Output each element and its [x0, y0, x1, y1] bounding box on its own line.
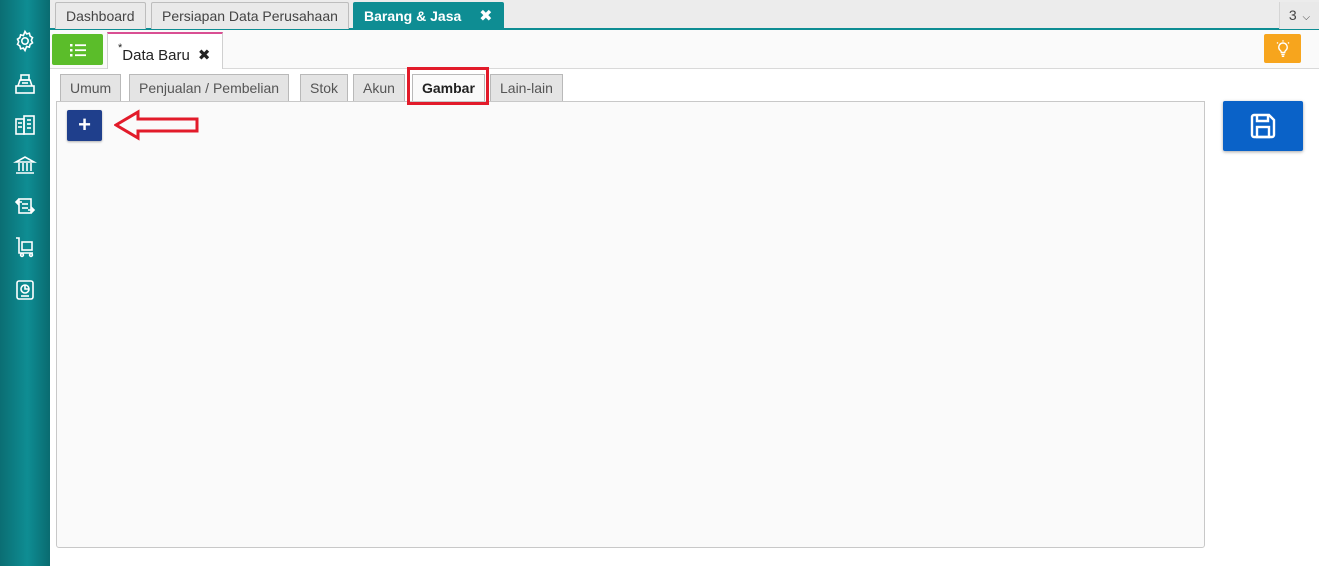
- cart-icon[interactable]: [11, 233, 39, 261]
- save-button[interactable]: [1223, 101, 1303, 151]
- transfer-icon[interactable]: [11, 192, 39, 220]
- tab-label: Barang & Jasa: [364, 8, 462, 24]
- tab-umum[interactable]: Umum: [60, 74, 122, 101]
- app-window: Dashboard Persiapan Data Perusahaan Bara…: [0, 0, 1319, 566]
- sidebar: [0, 0, 50, 566]
- arrow-annotation-icon: [114, 109, 199, 141]
- cash-register-icon[interactable]: [11, 70, 39, 98]
- tab-lain-lain[interactable]: Lain-lain: [490, 74, 563, 101]
- inner-tab-label: Akun: [363, 80, 395, 96]
- tab-barang-jasa[interactable]: Barang & Jasa ✖: [353, 2, 504, 29]
- gambar-panel: [56, 101, 1205, 548]
- tab-stok[interactable]: Stok: [300, 74, 349, 101]
- tab-data-baru[interactable]: *Data Baru ✖: [107, 32, 224, 69]
- close-icon[interactable]: ✖: [198, 47, 211, 64]
- building-icon[interactable]: [11, 111, 39, 139]
- tab-akun[interactable]: Akun: [353, 74, 405, 101]
- bank-icon[interactable]: [11, 151, 39, 179]
- add-image-button[interactable]: +: [67, 110, 102, 141]
- inner-tab-label: Umum: [70, 80, 112, 96]
- top-tab-bar: Dashboard Persiapan Data Perusahaan Bara…: [50, 0, 1319, 30]
- close-icon[interactable]: ✖: [479, 4, 492, 30]
- lightbulb-icon: [1276, 39, 1289, 57]
- save-icon: [1250, 113, 1276, 139]
- list-view-button[interactable]: [52, 34, 103, 65]
- tab-persiapan-data-perusahaan[interactable]: Persiapan Data Perusahaan: [151, 2, 349, 29]
- inner-tab-label: Stok: [310, 80, 339, 96]
- list-icon: [69, 43, 86, 56]
- tips-button[interactable]: [1264, 34, 1301, 63]
- gear-icon[interactable]: [11, 27, 39, 55]
- tab-dashboard[interactable]: Dashboard: [55, 2, 146, 29]
- chevron-down-icon: ⌵: [1302, 12, 1311, 23]
- unsaved-marker: *: [118, 42, 123, 54]
- doc-tab-label: Data Baru: [122, 47, 190, 64]
- inner-tab-label: Gambar: [422, 80, 475, 96]
- inner-tab-label: Lain-lain: [500, 80, 553, 96]
- inner-tab-label: Penjualan / Pembelian: [139, 80, 280, 96]
- tab-gambar[interactable]: Gambar: [412, 74, 485, 102]
- tab-label: Dashboard: [66, 8, 135, 24]
- report-icon[interactable]: [11, 276, 39, 304]
- tab-penjualan-pembelian[interactable]: Penjualan / Pembelian: [129, 74, 290, 101]
- document-bar: *Data Baru ✖: [50, 30, 1319, 69]
- tab-label: Persiapan Data Perusahaan: [162, 8, 338, 24]
- tab-count-dropdown[interactable]: 3 ⌵: [1279, 2, 1319, 29]
- tab-count: 3: [1288, 7, 1297, 23]
